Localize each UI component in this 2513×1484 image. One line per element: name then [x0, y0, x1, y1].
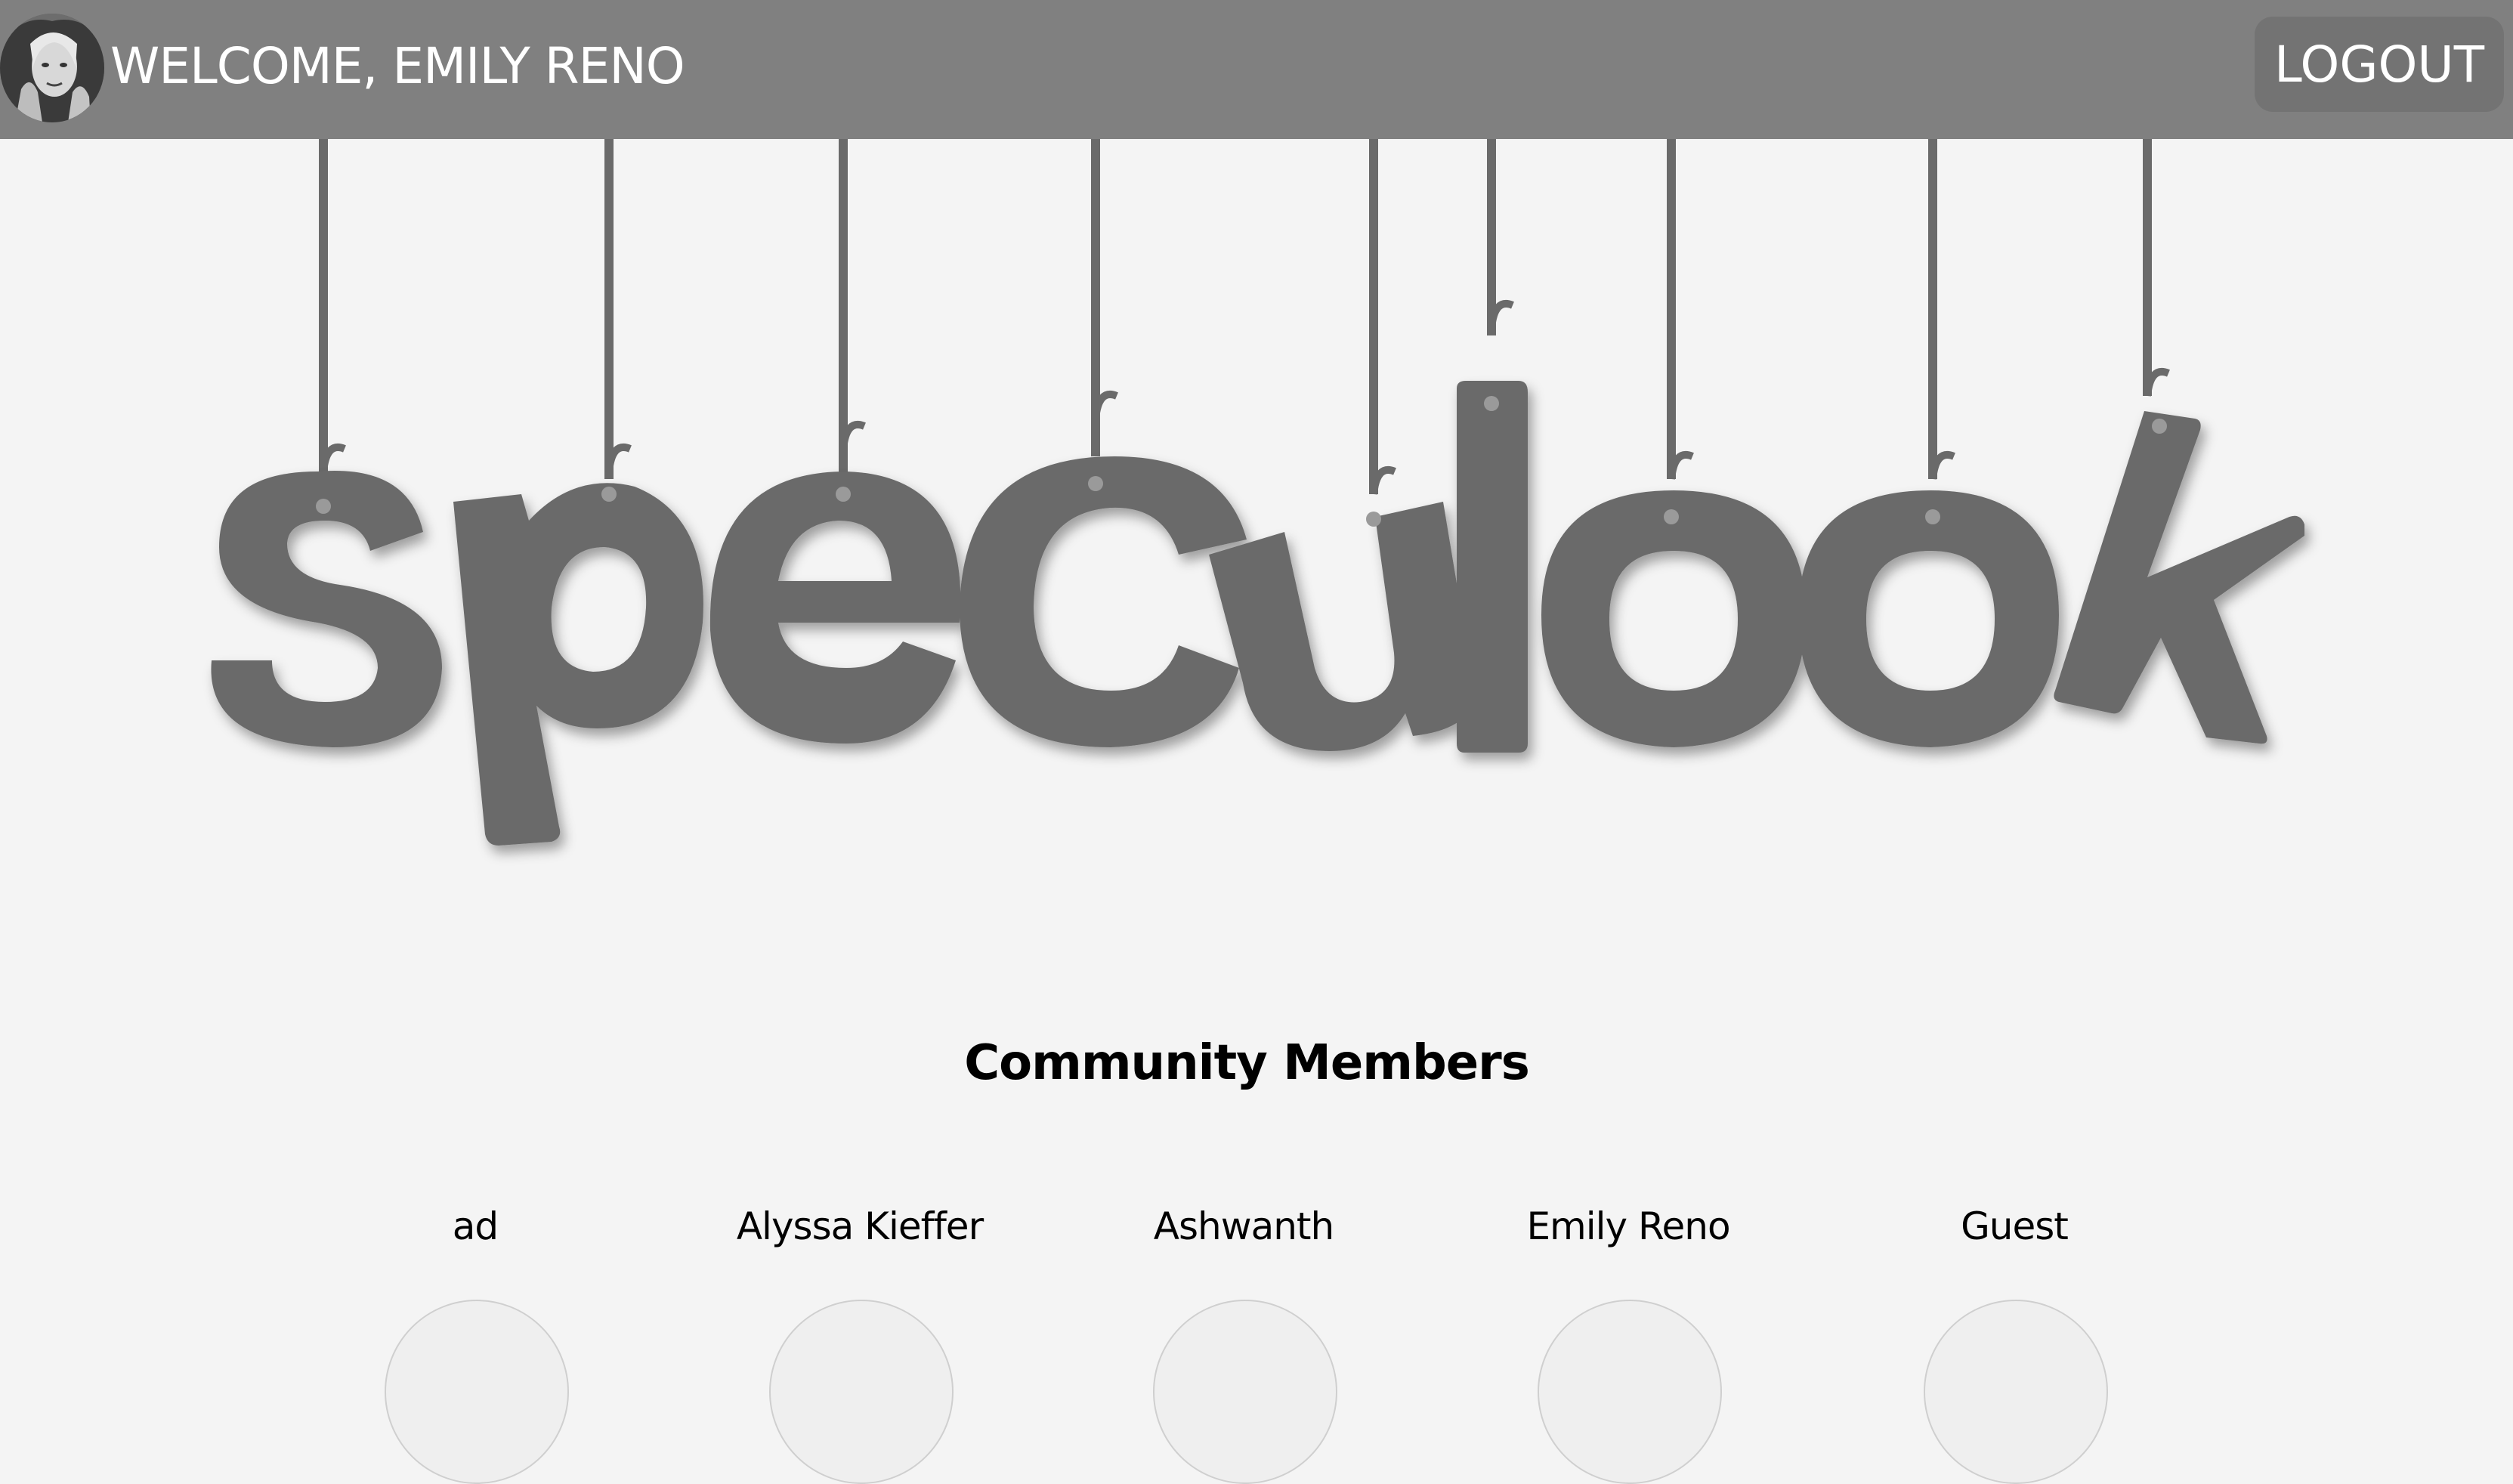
member-name: Emily Reno	[1526, 1204, 1730, 1248]
member-card-alyssa-kieffer[interactable]: Alyssa Kieffer	[709, 1200, 1011, 1484]
top-navbar: WELCOME, EMILY RENO LOGOUT	[0, 0, 2513, 139]
member-name: Alyssa Kieffer	[736, 1204, 984, 1248]
member-avatar[interactable]	[1538, 1300, 1722, 1484]
avatar-photo	[0, 14, 104, 122]
member-card-emily-reno[interactable]: Emily Reno	[1477, 1200, 1779, 1484]
user-avatar[interactable]	[0, 14, 104, 122]
member-avatar[interactable]	[385, 1300, 569, 1484]
member-list: ad Alyssa Kieffer Ashwanth Emily Reno Gu…	[0, 1200, 2513, 1484]
hanging-strings	[319, 139, 2152, 494]
member-avatar[interactable]	[769, 1300, 954, 1484]
member-name: Guest	[1961, 1204, 2069, 1248]
hero-logo	[0, 139, 2513, 895]
hooks	[320, 300, 2170, 495]
member-card-ad[interactable]: ad	[324, 1200, 626, 1484]
member-name: Ashwanth	[1153, 1204, 1334, 1248]
member-avatar[interactable]	[1153, 1300, 1337, 1484]
speculook-hanging-letters-logo	[211, 139, 2304, 846]
logout-button[interactable]: LOGOUT	[2255, 17, 2504, 112]
community-members-heading: Community Members	[964, 1035, 1530, 1091]
member-name: ad	[452, 1204, 499, 1248]
member-card-guest[interactable]: Guest	[1863, 1200, 2165, 1484]
member-card-ashwanth[interactable]: Ashwanth	[1093, 1200, 1395, 1484]
logo-letters	[211, 381, 2304, 846]
member-avatar[interactable]	[1924, 1300, 2108, 1484]
welcome-message: WELCOME, EMILY RENO	[110, 37, 685, 95]
